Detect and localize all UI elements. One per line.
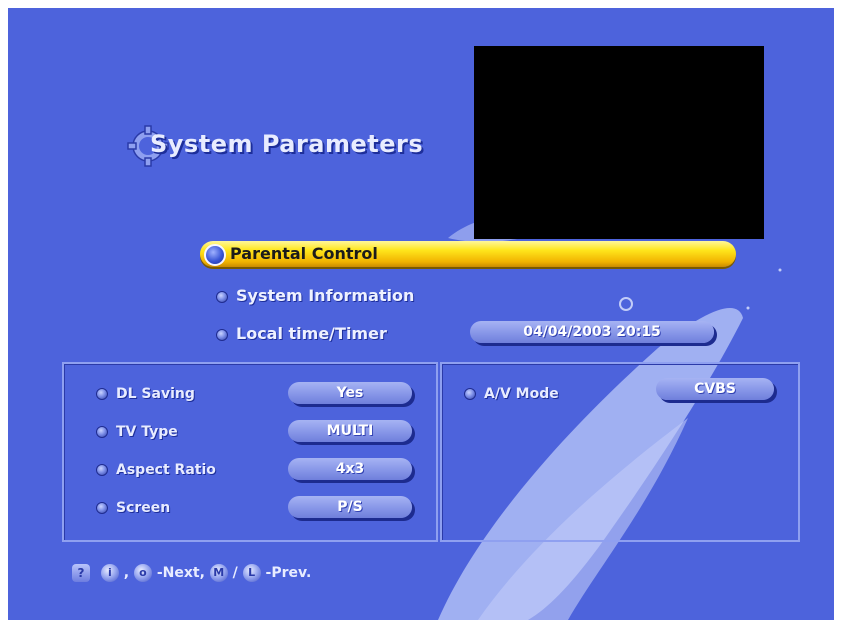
video-preview <box>474 46 764 239</box>
menu-key-icon: M <box>209 564 228 582</box>
selected-bullet-icon <box>204 244 226 266</box>
footer-prev-text: -Prev. <box>265 565 312 581</box>
help-icon: ? <box>72 564 90 582</box>
setting-tv-type[interactable]: TV Type <box>96 424 178 440</box>
tv-screen: System Parameters Parental Control Syste… <box>8 8 834 620</box>
dl-saving-value[interactable]: Yes <box>288 382 412 404</box>
bullet-icon <box>216 290 228 303</box>
av-mode-value[interactable]: CVBS <box>656 378 774 400</box>
footer-comma: , <box>123 565 130 581</box>
bullet-icon <box>216 328 228 341</box>
menu-item-system-information[interactable]: System Information <box>216 286 414 305</box>
menu-item-label: System Information <box>236 286 415 305</box>
footer-hint: ? i , o -Next, M / L -Prev. <box>72 564 311 588</box>
bullet-icon <box>96 464 108 476</box>
footer-next-text: -Next, <box>156 565 205 581</box>
aspect-ratio-value[interactable]: 4x3 <box>288 458 412 480</box>
datetime-field[interactable]: 04/04/2003 20:15 <box>470 321 714 343</box>
info-key-icon: i <box>100 564 119 582</box>
ok-key-icon: o <box>133 564 152 582</box>
footer-slash: / <box>232 565 238 581</box>
bullet-icon <box>96 502 108 514</box>
setting-label: A/V Mode <box>484 386 559 402</box>
tv-type-value[interactable]: MULTI <box>288 420 412 442</box>
setting-label: TV Type <box>116 424 178 440</box>
bullet-icon <box>96 426 108 438</box>
menu-item-local-time-timer[interactable]: Local time/Timer <box>216 324 387 343</box>
page-title: System Parameters <box>150 130 424 158</box>
screen-value[interactable]: P/S <box>288 496 412 518</box>
setting-screen[interactable]: Screen <box>96 500 170 516</box>
menu-item-label: Parental Control <box>230 244 378 263</box>
bullet-icon <box>464 388 476 400</box>
bullet-icon <box>96 388 108 400</box>
menu-item-label: Local time/Timer <box>236 324 387 343</box>
setting-dl-saving[interactable]: DL Saving <box>96 386 195 402</box>
menu-item-parental-control[interactable]: Parental Control <box>200 241 736 267</box>
left-key-icon: L <box>242 564 261 582</box>
setting-av-mode[interactable]: A/V Mode <box>464 386 559 402</box>
setting-aspect-ratio[interactable]: Aspect Ratio <box>96 462 216 478</box>
setting-label: Screen <box>116 500 171 516</box>
setting-label: Aspect Ratio <box>116 462 216 478</box>
setting-label: DL Saving <box>116 386 195 402</box>
